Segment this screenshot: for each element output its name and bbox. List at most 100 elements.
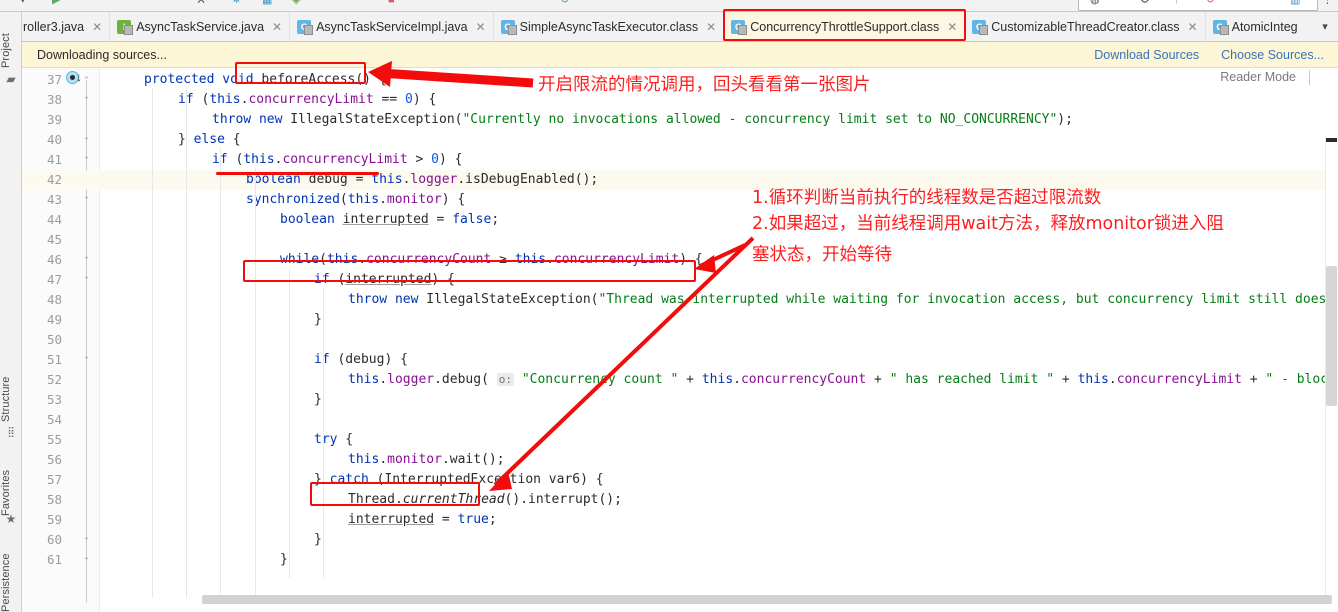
downloading-sources-banner: Downloading sources... Download Sources … bbox=[22, 42, 1338, 68]
ide-window: ▾ ▶ ⚒ ⛯ ▦ ◈ ■ ↻ ◍ ⚙ ↑ ↺ ▥ ⋮ Project ▰ St… bbox=[0, 0, 1338, 612]
toolbar-icon-vcs-update[interactable]: ↻ bbox=[560, 0, 569, 6]
code-fold-toggle[interactable]: ⌃ bbox=[80, 90, 93, 110]
code-fold-toggle[interactable]: ⌃ bbox=[80, 350, 93, 370]
sidebar-item-structure[interactable]: Structure bbox=[0, 360, 22, 422]
sidebar-item-favorites-label: Favorites bbox=[0, 469, 12, 516]
folder-icon[interactable]: ▰ bbox=[4, 72, 18, 86]
editor-tab-async-task-service-impl[interactable]: C AsyncTaskServiceImpl.java ✕ bbox=[290, 12, 494, 41]
indent-guide bbox=[255, 168, 256, 598]
toolbar-icon-stop[interactable]: ■ bbox=[388, 0, 395, 6]
close-icon[interactable]: ✕ bbox=[92, 20, 102, 34]
toolbar-icon-layout[interactable]: ▥ bbox=[1290, 0, 1300, 6]
close-icon[interactable]: ✕ bbox=[947, 20, 957, 34]
indent-guide bbox=[220, 148, 221, 598]
editor-tab-roller3[interactable]: roller3.java ✕ bbox=[22, 12, 111, 41]
code-editor[interactable]: 37 ⌃ ↓ protected void beforeAccess() {38 ⌃ if… bbox=[22, 68, 1338, 612]
code-fold-toggle[interactable]: ⌃ bbox=[80, 250, 93, 270]
class-icon: C bbox=[731, 20, 748, 35]
toolbar-icon-run[interactable]: ▶ bbox=[52, 0, 60, 6]
code-line-text: protected void beforeAccess() { bbox=[144, 72, 387, 87]
code-line-text: if (debug) { bbox=[314, 352, 408, 367]
line-number: 44 bbox=[46, 212, 62, 227]
code-line-text: if (this.concurrencyLimit > 0) { bbox=[212, 152, 463, 167]
indent-guide bbox=[289, 268, 290, 578]
code-fold-toggle[interactable]: ⌃ bbox=[80, 270, 93, 290]
sidebar-item-persistence[interactable]: Persistence bbox=[0, 540, 22, 612]
line-number: 51 bbox=[46, 352, 62, 367]
close-icon[interactable]: ✕ bbox=[706, 20, 716, 34]
line-number: 39 bbox=[46, 112, 62, 127]
editor-tab-label: roller3.java bbox=[23, 20, 85, 34]
download-sources-link[interactable]: Download Sources bbox=[1094, 48, 1199, 62]
code-line-text: while(this.concurrencyCount ≥ this.concu… bbox=[280, 252, 703, 267]
vertical-scrollbar-thumb[interactable] bbox=[1326, 266, 1337, 406]
line-number: 60 bbox=[46, 532, 62, 547]
indent-guide bbox=[323, 288, 324, 578]
sidebar-item-project[interactable]: Project bbox=[0, 14, 22, 68]
code-fold-toggle[interactable]: ⌃ bbox=[80, 150, 93, 170]
editor-tab-async-task-service[interactable]: I AsyncTaskService.java ✕ bbox=[110, 12, 291, 41]
sidebar-item-favorites[interactable]: Favorites bbox=[0, 452, 22, 516]
code-line-text: try { bbox=[314, 432, 354, 447]
horizontal-scrollbar-thumb[interactable] bbox=[202, 595, 1332, 604]
toolbar-icon-group-left[interactable]: ▾ bbox=[20, 0, 26, 6]
editor-tab-simple-async-task-executor[interactable]: C SimpleAsyncTaskExecutor.class ✕ bbox=[494, 12, 725, 41]
class-icon: C bbox=[1212, 20, 1229, 35]
toolbar-icon-coverage[interactable]: ▦ bbox=[262, 0, 272, 6]
chevron-down-icon[interactable]: ▾ bbox=[1312, 12, 1338, 41]
editor-tab-label: AsyncTaskServiceImpl.java bbox=[316, 20, 468, 34]
code-line-text: this.logger.debug( o: "Concurrency count… bbox=[348, 372, 1338, 387]
main-toolbar-strip: ▾ ▶ ⚒ ⛯ ▦ ◈ ■ ↻ ◍ ⚙ ↑ ↺ ▥ ⋮ bbox=[0, 0, 1338, 12]
editor-tab-label: SimpleAsyncTaskExecutor.class bbox=[519, 20, 699, 34]
line-number: 57 bbox=[46, 472, 62, 487]
line-number: 47 bbox=[46, 272, 62, 287]
code-line-text: if (this.concurrencyLimit == 0) { bbox=[178, 92, 437, 107]
toolbar-icon-vcs-commit[interactable]: ↑ bbox=[1174, 0, 1180, 6]
toolbar-icon-settings[interactable]: ⚙ bbox=[1140, 0, 1150, 6]
editor-tab-concurrency-throttle-support[interactable]: C ConcurrencyThrottleSupport.class ✕ bbox=[724, 12, 966, 41]
sidebar-item-persistence-label: Persistence bbox=[0, 553, 12, 612]
toolbar-icon-vcs-rollback[interactable]: ↺ bbox=[1206, 0, 1215, 6]
editor-tab-label: ConcurrencyThrottleSupport.class bbox=[750, 20, 940, 34]
indent-guide bbox=[152, 88, 153, 598]
editor-tab-atomic-integer[interactable]: C AtomicInteg bbox=[1206, 12, 1305, 41]
code-line-text: synchronized(this.monitor) { bbox=[246, 192, 466, 207]
toolbar-icon-more[interactable]: ⋮ bbox=[1322, 0, 1333, 6]
line-number: 55 bbox=[46, 432, 62, 447]
code-fold-toggle[interactable]: ⌄ bbox=[80, 550, 93, 570]
code-fold-toggle[interactable]: ⌄ bbox=[80, 530, 93, 550]
toolbar-icon-search-everywhere[interactable]: ◍ bbox=[1090, 0, 1100, 6]
error-stripe-marker[interactable] bbox=[1326, 138, 1337, 142]
line-number: 37 bbox=[46, 72, 62, 87]
code-line-text: } bbox=[314, 312, 322, 327]
line-number: 48 bbox=[46, 292, 62, 307]
sidebar-item-project-label: Project bbox=[0, 33, 12, 68]
line-number: 50 bbox=[46, 332, 62, 347]
editor-tab-customizable-thread-creator[interactable]: C CustomizableThreadCreator.class ✕ bbox=[965, 12, 1206, 41]
indent-guide bbox=[186, 88, 187, 598]
editor-horizontal-scrollbar[interactable] bbox=[122, 595, 1332, 604]
code-fold-toggle[interactable]: ⌄ bbox=[80, 130, 93, 150]
editor-tab-label: AtomicInteg bbox=[1231, 20, 1298, 34]
code-line-text: if (interrupted) { bbox=[314, 272, 455, 287]
toolbar-icon-debug[interactable]: ⛯ bbox=[232, 0, 241, 6]
sidebar-item-structure-label: Structure bbox=[0, 376, 12, 422]
structure-icon[interactable]: ⣿ bbox=[4, 426, 18, 440]
choose-sources-link[interactable]: Choose Sources... bbox=[1221, 48, 1324, 62]
close-icon[interactable]: ✕ bbox=[1188, 20, 1198, 34]
line-number: 61 bbox=[46, 552, 62, 567]
toolbar-icon-profile[interactable]: ◈ bbox=[292, 0, 300, 6]
editor-vertical-scrollbar[interactable] bbox=[1325, 136, 1338, 598]
code-fold-toggle[interactable]: ⌃ bbox=[80, 190, 93, 210]
close-icon[interactable]: ✕ bbox=[272, 20, 282, 34]
run-configuration-selector[interactable] bbox=[1078, 0, 1318, 11]
code-line-text: Thread.currentThread().interrupt(); bbox=[348, 492, 622, 507]
toolbar-icon-build[interactable]: ⚒ bbox=[196, 0, 206, 6]
line-number: 42 bbox=[46, 172, 62, 187]
star-icon[interactable]: ★ bbox=[4, 512, 18, 526]
editor-tab-label: AsyncTaskService.java bbox=[136, 20, 265, 34]
reader-mode-label[interactable]: Reader Mode bbox=[1220, 70, 1296, 84]
line-number: 59 bbox=[46, 512, 62, 527]
close-icon[interactable]: ✕ bbox=[476, 20, 486, 34]
override-method-icon[interactable]: ↓ bbox=[66, 70, 82, 86]
